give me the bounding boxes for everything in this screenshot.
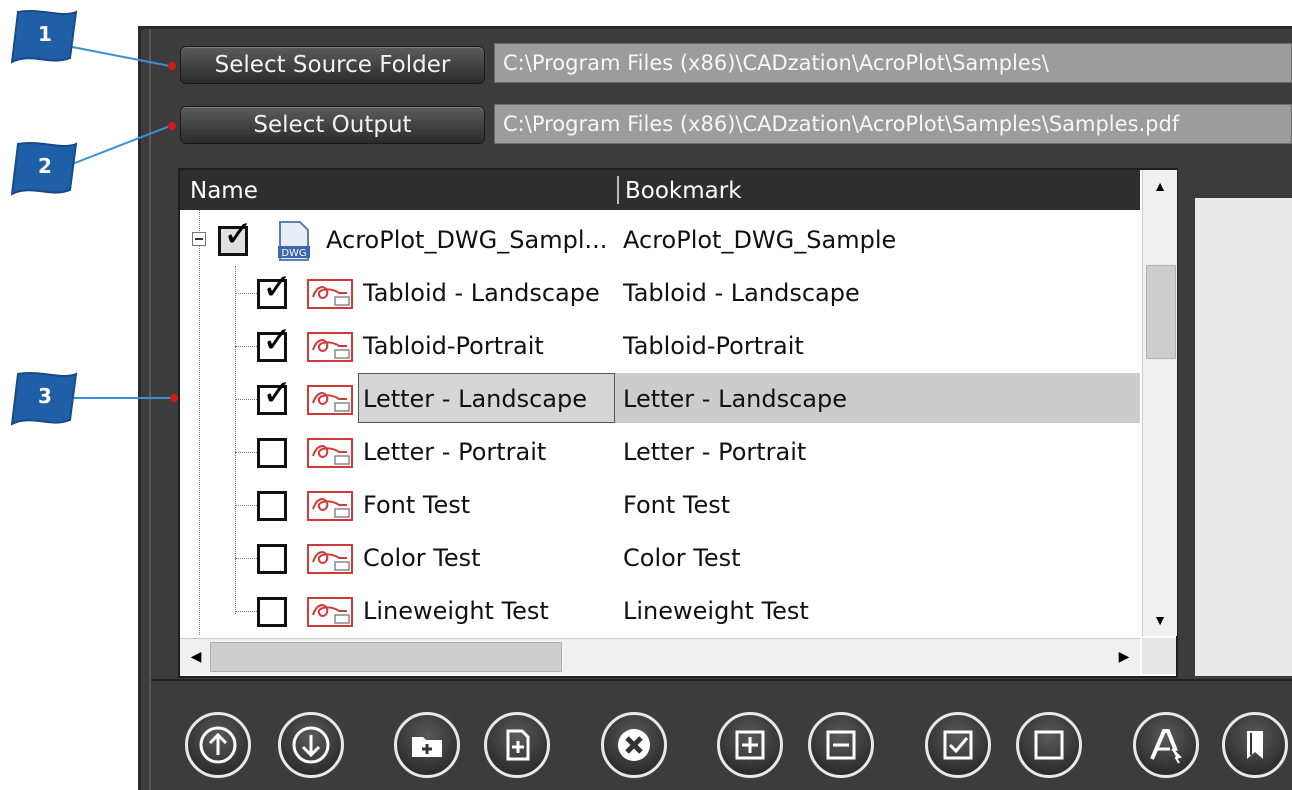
tree-item-bookmark[interactable]: Lineweight Test	[623, 597, 809, 625]
rename-button[interactable]	[1133, 712, 1199, 778]
tree-item-bookmark[interactable]: AcroPlot_DWG_Sample	[623, 226, 896, 254]
bookmark-button[interactable]	[1222, 712, 1288, 778]
panel-divider	[151, 679, 1292, 681]
tree-item-bookmark[interactable]: Color Test	[623, 544, 741, 572]
panel-border	[149, 29, 151, 790]
tree-connector	[235, 558, 257, 559]
add-folder-icon	[412, 737, 442, 757]
tree-item-name: Tabloid - Landscape	[363, 279, 600, 307]
hscroll-thumb[interactable]	[210, 642, 562, 672]
row-checkbox[interactable]: ✓	[257, 270, 292, 309]
tree-connector	[235, 293, 257, 294]
tree-item-bookmark[interactable]: Font Test	[623, 491, 730, 519]
layout-sheet-icon	[307, 385, 353, 415]
callout-3: 3	[10, 370, 80, 430]
tree-row[interactable]: Color Test Color Test	[180, 532, 1140, 585]
tree-row-root[interactable]: ✓ DWG AcroPlot_DWG_Sampl... AcroPlot_DWG…	[180, 214, 1140, 267]
move-up-icon	[199, 726, 237, 764]
tree-row[interactable]: Lineweight Test Lineweight Test	[180, 585, 1140, 638]
uncheck-all-icon	[1034, 730, 1064, 760]
uncheck-all-button[interactable]	[1016, 712, 1082, 778]
svg-text:DWG: DWG	[281, 248, 306, 259]
column-separator[interactable]	[617, 176, 619, 204]
tree-item-bookmark[interactable]: Tabloid - Landscape	[623, 279, 860, 307]
preview-header	[1195, 168, 1292, 196]
tree-item-bookmark[interactable]: Letter - Portrait	[623, 438, 806, 466]
tree-item-name: Letter - Portrait	[363, 438, 547, 466]
scroll-down-arrow-icon[interactable]: ▼	[1146, 612, 1174, 628]
tree-item-name: Lineweight Test	[363, 597, 549, 625]
tree-connector	[235, 346, 257, 347]
column-name-header[interactable]: Name	[190, 178, 258, 204]
select-output-button[interactable]: Select Output	[180, 106, 485, 144]
tree-item-name: Color Test	[363, 544, 481, 572]
remove-icon	[618, 729, 650, 761]
callout-number: 2	[38, 154, 52, 178]
tree-row[interactable]: ✓ Letter - Landscape Letter - Landscape	[180, 373, 1140, 426]
output-path-field[interactable]: C:\Program Files (x86)\CADzation\AcroPlo…	[494, 104, 1292, 144]
scroll-corner	[1142, 638, 1176, 674]
callout-1: 1	[10, 8, 80, 68]
row-checkbox[interactable]	[257, 438, 287, 468]
tree-connector	[235, 611, 257, 612]
layout-sheet-icon	[307, 438, 353, 468]
tree-row[interactable]: Letter - Portrait Letter - Portrait	[180, 426, 1140, 479]
remove-button[interactable]	[601, 712, 667, 778]
layout-sheet-icon	[307, 491, 353, 521]
dwg-file-icon: DWG	[276, 220, 312, 262]
root-checkbox[interactable]: ✓	[218, 217, 253, 256]
check-all-button[interactable]	[925, 712, 991, 778]
tree-connector	[235, 452, 257, 453]
move-up-button[interactable]	[185, 712, 251, 778]
preview-pane	[1195, 198, 1292, 676]
row-checkbox[interactable]	[257, 544, 287, 574]
add-file-button[interactable]	[484, 712, 550, 778]
rename-icon	[1150, 729, 1182, 764]
callout-2: 2	[10, 140, 80, 200]
tree-item-name: Letter - Landscape	[363, 385, 588, 413]
collapse-all-icon	[826, 730, 856, 760]
scroll-up-arrow-icon[interactable]: ▲	[1146, 178, 1174, 194]
row-checkbox[interactable]: ✓	[257, 376, 292, 415]
tree-item-name: AcroPlot_DWG_Sampl...	[326, 226, 608, 254]
select-source-folder-button[interactable]: Select Source Folder	[180, 46, 485, 84]
layout-sheet-icon	[307, 332, 353, 362]
collapse-toggle-icon[interactable]	[192, 232, 206, 246]
tree-row[interactable]: Font Test Font Test	[180, 479, 1140, 532]
row-checkbox[interactable]	[257, 491, 287, 521]
row-checkbox[interactable]: ✓	[257, 323, 292, 362]
tree-item-bookmark[interactable]: Tabloid-Portrait	[623, 332, 804, 360]
move-down-button[interactable]	[278, 712, 344, 778]
tree-header: Name Bookmark	[180, 170, 1140, 210]
expand-all-icon	[735, 730, 765, 760]
scroll-right-arrow-icon[interactable]: ▶	[1110, 648, 1138, 665]
check-all-icon	[943, 730, 973, 760]
vertical-scrollbar[interactable]: ▲ ▼	[1142, 170, 1177, 636]
scroll-thumb[interactable]	[1146, 265, 1176, 359]
move-down-icon	[292, 726, 330, 764]
tree-row[interactable]: ✓ Tabloid - Landscape Tabloid - Landscape	[180, 267, 1140, 320]
add-folder-button[interactable]	[394, 712, 460, 778]
layout-sheet-icon	[307, 597, 353, 627]
tree-connector	[235, 505, 257, 506]
callout-number: 1	[38, 22, 52, 46]
tree-item-name: Font Test	[363, 491, 471, 519]
layout-sheet-icon	[307, 279, 353, 309]
column-bookmark-header[interactable]: Bookmark	[625, 178, 742, 204]
tree-item-bookmark[interactable]: Letter - Landscape	[623, 385, 847, 413]
collapse-all-button[interactable]	[808, 712, 874, 778]
horizontal-scrollbar[interactable]: ◀ ▶	[180, 638, 1140, 675]
tree-connector	[235, 399, 257, 400]
scroll-left-arrow-icon[interactable]: ◀	[182, 648, 210, 665]
drawing-tree[interactable]: Name Bookmark ✓ DWG AcroPlot_DWG_Sampl..…	[178, 168, 1178, 678]
row-checkbox[interactable]	[257, 597, 287, 627]
layout-sheet-icon	[307, 544, 353, 574]
bookmark-icon	[1247, 731, 1263, 759]
callout-number: 3	[38, 384, 52, 408]
tree-row[interactable]: ✓ Tabloid-Portrait Tabloid-Portrait	[180, 320, 1140, 373]
source-path-field[interactable]: C:\Program Files (x86)\CADzation\AcroPlo…	[494, 43, 1292, 83]
expand-all-button[interactable]	[717, 712, 783, 778]
tree-item-name: Tabloid-Portrait	[363, 332, 544, 360]
add-file-icon	[506, 729, 530, 761]
